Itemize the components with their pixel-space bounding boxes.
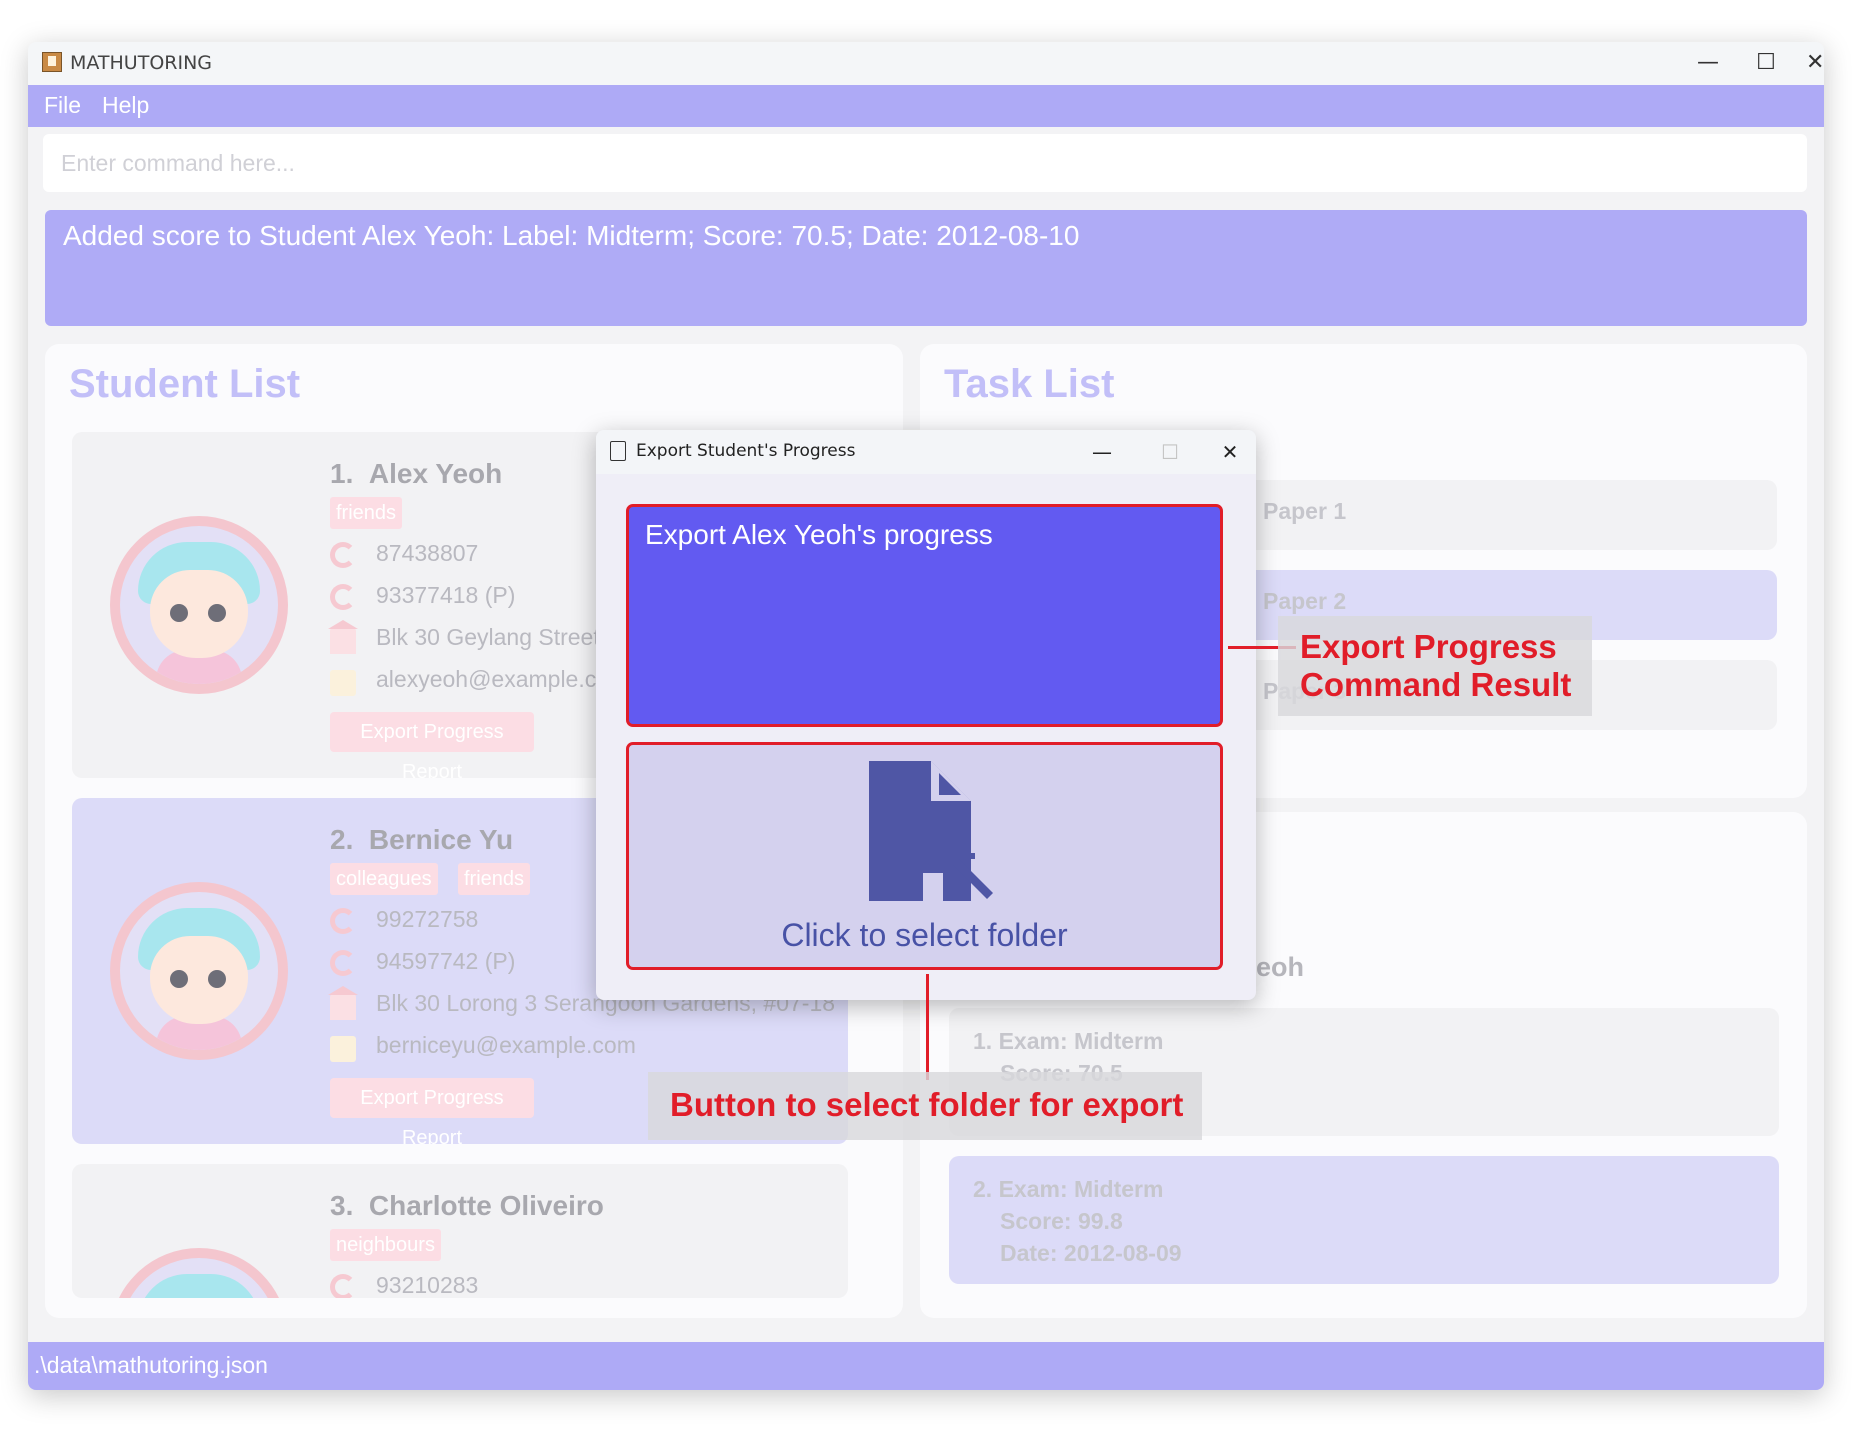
tag: friends [458, 863, 531, 895]
chart-file-icon [610, 441, 626, 461]
title-bar[interactable]: MATHUTORING — ☐ ✕ [28, 42, 1824, 85]
command-box [43, 134, 1807, 192]
export-progress-button[interactable]: Export Progress Report [330, 712, 534, 778]
phone-icon [330, 1274, 356, 1298]
export-result-display: Export Alex Yeoh's progress [626, 504, 1223, 727]
window-title: MATHUTORING [70, 52, 213, 74]
annotation-connector [926, 974, 929, 1080]
student-phone: 93210283 [376, 1272, 479, 1298]
score-item[interactable]: 2. Exam: Midterm Score: 99.8 Date: 2012-… [949, 1156, 1779, 1284]
avatar [110, 516, 288, 694]
maximize-button[interactable]: ☐ [1746, 46, 1786, 80]
phone-icon [330, 584, 356, 610]
export-dialog: Export Student's Progress — ☐ ✕ Export A… [596, 430, 1256, 1000]
student-email: alexyeoh@example.co [376, 666, 610, 692]
phone-icon [330, 950, 356, 976]
menu-help[interactable]: Help [102, 92, 149, 119]
result-text: Added score to Student Alex Yeoh: Label:… [63, 220, 1080, 251]
export-result-text: Export Alex Yeoh's progress [645, 519, 993, 550]
task-name: Paper 2 [1263, 588, 1347, 614]
annotation-result-line1: Export Progress [1300, 628, 1557, 665]
command-input[interactable] [43, 134, 1807, 192]
dialog-close-button[interactable]: ✕ [1210, 436, 1250, 468]
student-phone: 99272758 [376, 906, 479, 932]
score-exam: 2. Exam: Midterm [973, 1176, 1164, 1202]
parent-phone: 94597742 (P) [376, 948, 516, 974]
select-folder-label: Click to select folder [781, 917, 1068, 953]
dialog-title-bar[interactable]: Export Student's Progress — ☐ ✕ [596, 430, 1256, 474]
score-panel-header: eoh [1256, 952, 1305, 982]
file-export-icon [869, 761, 993, 901]
score-exam: 1. Exam: Midterm [973, 1028, 1164, 1054]
app-icon [42, 52, 62, 72]
annotation-button: Button to select folder for export [670, 1086, 1184, 1123]
student-phone: 87438807 [376, 540, 479, 566]
phone-icon [330, 542, 356, 568]
tag: friends [330, 497, 403, 529]
home-icon [328, 986, 358, 1020]
mail-icon [330, 1036, 356, 1062]
score-date: Date: 2012-08-09 [1000, 1240, 1182, 1266]
dialog-title: Export Student's Progress [636, 441, 856, 461]
data-file-path: .\data\mathutoring.json [34, 1352, 268, 1378]
avatar [110, 1248, 288, 1298]
student-card[interactable]: 3. Charlotte Oliveiro neighbours 9321028… [72, 1164, 848, 1298]
score-value: Score: 99.8 [1000, 1208, 1123, 1234]
menu-file[interactable]: File [44, 92, 81, 119]
home-icon [328, 620, 358, 654]
student-list-title: Student List [69, 362, 301, 406]
dialog-minimize-button[interactable]: — [1082, 436, 1122, 468]
tag: neighbours [330, 1229, 441, 1261]
mail-icon [330, 670, 356, 696]
task-name: Paper 1 [1263, 498, 1347, 524]
dialog-maximize-button: ☐ [1161, 440, 1179, 464]
export-progress-button[interactable]: Export Progress Report [330, 1078, 534, 1144]
avatar [110, 882, 288, 1060]
select-folder-button[interactable]: Click to select folder [626, 742, 1223, 970]
status-bar: .\data\mathutoring.json [28, 1342, 1824, 1390]
student-address: Blk 30 Geylang Street [376, 624, 600, 650]
student-name: 1. Alex Yeoh [330, 458, 503, 489]
task-list-title: Task List [944, 362, 1115, 406]
parent-phone: 93377418 (P) [376, 582, 516, 608]
student-name: 2. Bernice Yu [330, 824, 514, 855]
student-name: 3. Charlotte Oliveiro [330, 1190, 604, 1221]
student-email: berniceyu@example.com [376, 1032, 636, 1058]
result-display: Added score to Student Alex Yeoh: Label:… [45, 210, 1807, 326]
tag: colleagues [330, 863, 438, 895]
annotation-result-line2: Command Result [1300, 666, 1572, 703]
close-button[interactable]: ✕ [1806, 46, 1824, 80]
menu-bar: File Help [28, 85, 1824, 127]
minimize-button[interactable]: — [1688, 46, 1728, 80]
phone-icon [330, 908, 356, 934]
